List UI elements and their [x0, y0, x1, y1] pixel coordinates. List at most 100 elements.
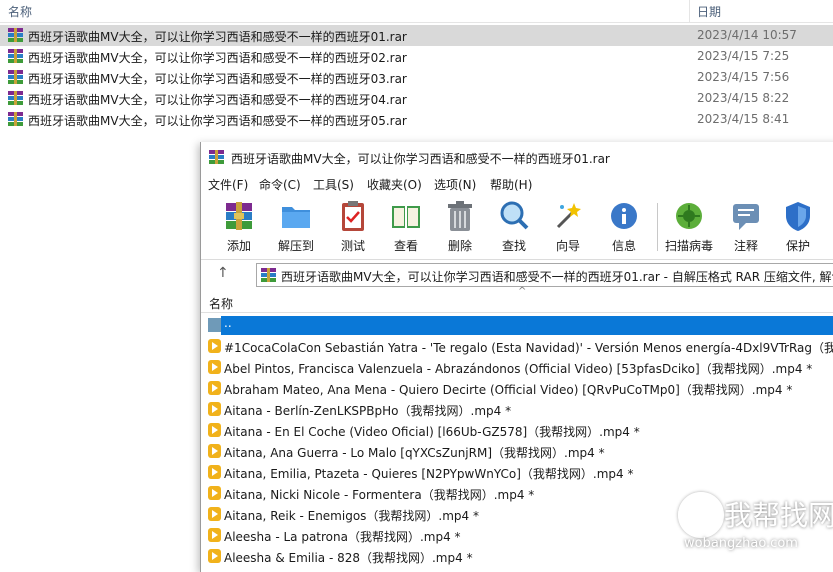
archive-entry-row[interactable]: Aitana, Emilia, Ptazeta - Quieres [N2PYp…	[201, 462, 833, 483]
toolbar-separator	[657, 203, 658, 251]
column-name-header[interactable]: 名称	[8, 3, 32, 20]
archive-entry-name: Aitana, Ana Guerra - Lo Malo [qYXCsZunjR…	[224, 446, 605, 460]
explorer-file-row[interactable]: 西班牙语歌曲MV大全，可以让你学习西语和感受不一样的西班牙01.rar 2023/…	[0, 25, 833, 46]
toolbar-button-add-archive[interactable]: 添加	[212, 197, 266, 257]
toolbar-button-label: 删除	[447, 239, 472, 253]
archive-entry-row[interactable]: #1CocaColaCon Sebastián Yatra - 'Te rega…	[201, 336, 833, 357]
toolbar-button-virus-scan[interactable]: 扫描病毒	[662, 197, 716, 257]
file-name: 西班牙语歌曲MV大全，可以让你学习西语和感受不一样的西班牙01.rar	[28, 30, 407, 44]
video-file-icon	[208, 444, 221, 458]
toolbar-button-label: 信息	[611, 239, 636, 253]
toolbar-button-label: 扫描病毒	[664, 239, 713, 253]
archive-entry-row[interactable]: Aitana - En El Coche (Video Oficial) [l6…	[201, 420, 833, 441]
menu-favorites[interactable]: 收藏夹(O)	[367, 176, 422, 193]
rar-archive-icon	[8, 49, 23, 63]
rar-archive-icon	[8, 112, 23, 126]
column-divider[interactable]	[689, 0, 690, 22]
video-file-icon	[208, 381, 221, 395]
toolbar-button-label: 查看	[393, 239, 418, 253]
up-arrow-icon[interactable]: ↑	[217, 265, 229, 281]
selection-highlight	[221, 316, 833, 335]
explorer-file-row[interactable]: 西班牙语歌曲MV大全，可以让你学习西语和感受不一样的西班牙02.rar 2023/…	[0, 46, 833, 67]
file-name: 西班牙语歌曲MV大全，可以让你学习西语和感受不一样的西班牙04.rar	[28, 93, 407, 107]
toolbar-button-label: 测试	[340, 239, 365, 253]
toolbar-button-view-book[interactable]: 查看	[379, 197, 433, 257]
video-file-icon	[208, 486, 221, 500]
toolbar-button-comment[interactable]: 注释	[719, 197, 773, 257]
video-file-icon	[208, 360, 221, 374]
extract-folder-icon	[280, 199, 312, 233]
explorer-file-row[interactable]: 西班牙语歌曲MV大全，可以让你学习西语和感受不一样的西班牙04.rar 2023/…	[0, 88, 833, 109]
explorer-column-header: 名称 日期	[0, 0, 833, 23]
archive-entry-name: Aitana, Emilia, Ptazeta - Quieres [N2PYp…	[224, 467, 634, 481]
archive-entry-row[interactable]: Aitana - Berlín-ZenLKSPBpHo（我帮找网）.mp4 *	[201, 399, 833, 420]
toolbar-button-wizard-wand[interactable]: 向导	[541, 197, 595, 257]
file-date: 2023/4/15 8:22	[697, 91, 790, 105]
archive-entry-name: Aitana - Berlín-ZenLKSPBpHo（我帮找网）.mp4 *	[224, 404, 512, 418]
address-bar: ↑ 西班牙语歌曲MV大全，可以让你学习西语和感受不一样的西班牙01.rar - …	[201, 260, 833, 290]
archive-entry-name: Aitana, Reik - Enemigos（我帮找网）.mp4 *	[224, 509, 479, 523]
file-date: 2023/4/14 10:57	[697, 28, 797, 42]
menu-help[interactable]: 帮助(H)	[490, 176, 532, 193]
file-date: 2023/4/15 8:41	[697, 112, 790, 126]
toolbar-button-protect-shield[interactable]: 保护	[771, 197, 825, 257]
archive-entry-row[interactable]: Abel Pintos, Francisca Valenzuela - Abra…	[201, 357, 833, 378]
archive-entry-name: #1CocaColaCon Sebastián Yatra - 'Te rega…	[224, 341, 833, 355]
rar-archive-icon	[209, 150, 224, 164]
toolbar-button-test-clipboard[interactable]: 测试	[326, 197, 380, 257]
address-text: 西班牙语歌曲MV大全，可以让你学习西语和感受不一样的西班牙01.rar - 自解…	[281, 270, 833, 284]
explorer-file-row[interactable]: 西班牙语歌曲MV大全，可以让你学习西语和感受不一样的西班牙05.rar 2023/…	[0, 109, 833, 130]
toolbar-button-label: 解压到	[277, 239, 314, 253]
toolbar-button-delete-trash[interactable]: 删除	[433, 197, 487, 257]
archive-entry-name: Aitana - En El Coche (Video Oficial) [l6…	[224, 425, 640, 439]
archive-entry-name: Abraham Mateo, Ana Mena - Quiero Decirte…	[224, 383, 793, 397]
watermark-text: 我帮找网	[724, 499, 833, 532]
sort-ascending-icon: ^	[518, 286, 527, 297]
menu-tools[interactable]: 工具(S)	[313, 176, 354, 193]
archive-entry-name: Aleesha & Emilia - 828（我帮找网）.mp4 *	[224, 551, 473, 565]
protect-shield-icon	[782, 199, 814, 233]
video-file-icon	[208, 528, 221, 542]
comment-icon	[730, 199, 762, 233]
explorer-file-list: 西班牙语歌曲MV大全，可以让你学习西语和感受不一样的西班牙01.rar 2023/…	[0, 25, 833, 130]
address-field[interactable]: 西班牙语歌曲MV大全，可以让你学习西语和感受不一样的西班牙01.rar - 自解…	[256, 263, 833, 287]
toolbar-button-find-magnifier[interactable]: 查找	[487, 197, 541, 257]
file-date: 2023/4/15 7:56	[697, 70, 790, 84]
explorer-file-row[interactable]: 西班牙语歌曲MV大全，可以让你学习西语和感受不一样的西班牙03.rar 2023/…	[0, 67, 833, 88]
toolbar-button-label: 注释	[733, 239, 758, 253]
winrar-title-bar[interactable]: 西班牙语歌曲MV大全，可以让你学习西语和感受不一样的西班牙01.rar	[201, 142, 833, 172]
watermark-url: wobangzhao.com	[684, 536, 798, 551]
wizard-wand-icon	[552, 199, 584, 233]
archive-entry-row[interactable]: Aitana, Ana Guerra - Lo Malo [qYXCsZunjR…	[201, 441, 833, 462]
rar-archive-icon	[8, 70, 23, 84]
toolbar: 添加 解压到 测试 查看 删除 查找 向导 信息 扫描病毒 注释 保护	[201, 195, 833, 260]
video-file-icon	[208, 339, 221, 353]
menu-commands[interactable]: 命令(C)	[259, 176, 301, 193]
toolbar-button-label: 保护	[785, 239, 810, 253]
info-icon	[608, 199, 640, 233]
archive-entry-name: Abel Pintos, Francisca Valenzuela - Abra…	[224, 362, 813, 376]
menu-options[interactable]: 选项(N)	[434, 176, 476, 193]
parent-folder-row[interactable]: ..	[201, 315, 833, 336]
add-archive-icon	[223, 199, 255, 233]
toolbar-button-label: 查找	[501, 239, 526, 253]
magnifier-logo-icon	[678, 492, 724, 538]
toolbar-button-extract-folder[interactable]: 解压到	[269, 197, 323, 257]
toolbar-button-label: 添加	[226, 239, 251, 253]
view-book-icon	[390, 199, 422, 233]
column-name-header[interactable]: 名称	[209, 295, 233, 312]
toolbar-button-label: 向导	[555, 239, 580, 253]
video-file-icon	[208, 465, 221, 479]
file-name: 西班牙语歌曲MV大全，可以让你学习西语和感受不一样的西班牙05.rar	[28, 114, 407, 128]
window-title: 西班牙语歌曲MV大全，可以让你学习西语和感受不一样的西班牙01.rar	[231, 152, 610, 166]
rar-archive-icon	[8, 91, 23, 105]
archive-entry-name: Aitana, Nicki Nicole - Formentera（我帮找网）.…	[224, 488, 535, 502]
menu-file[interactable]: 文件(F)	[208, 176, 248, 193]
parent-folder-label: ..	[224, 316, 232, 330]
column-date-header[interactable]: 日期	[697, 3, 721, 20]
file-name: 西班牙语歌曲MV大全，可以让你学习西语和感受不一样的西班牙02.rar	[28, 51, 407, 65]
toolbar-button-info[interactable]: 信息	[597, 197, 651, 257]
test-clipboard-icon	[337, 199, 369, 233]
video-file-icon	[208, 402, 221, 416]
archive-entry-row[interactable]: Abraham Mateo, Ana Mena - Quiero Decirte…	[201, 378, 833, 399]
